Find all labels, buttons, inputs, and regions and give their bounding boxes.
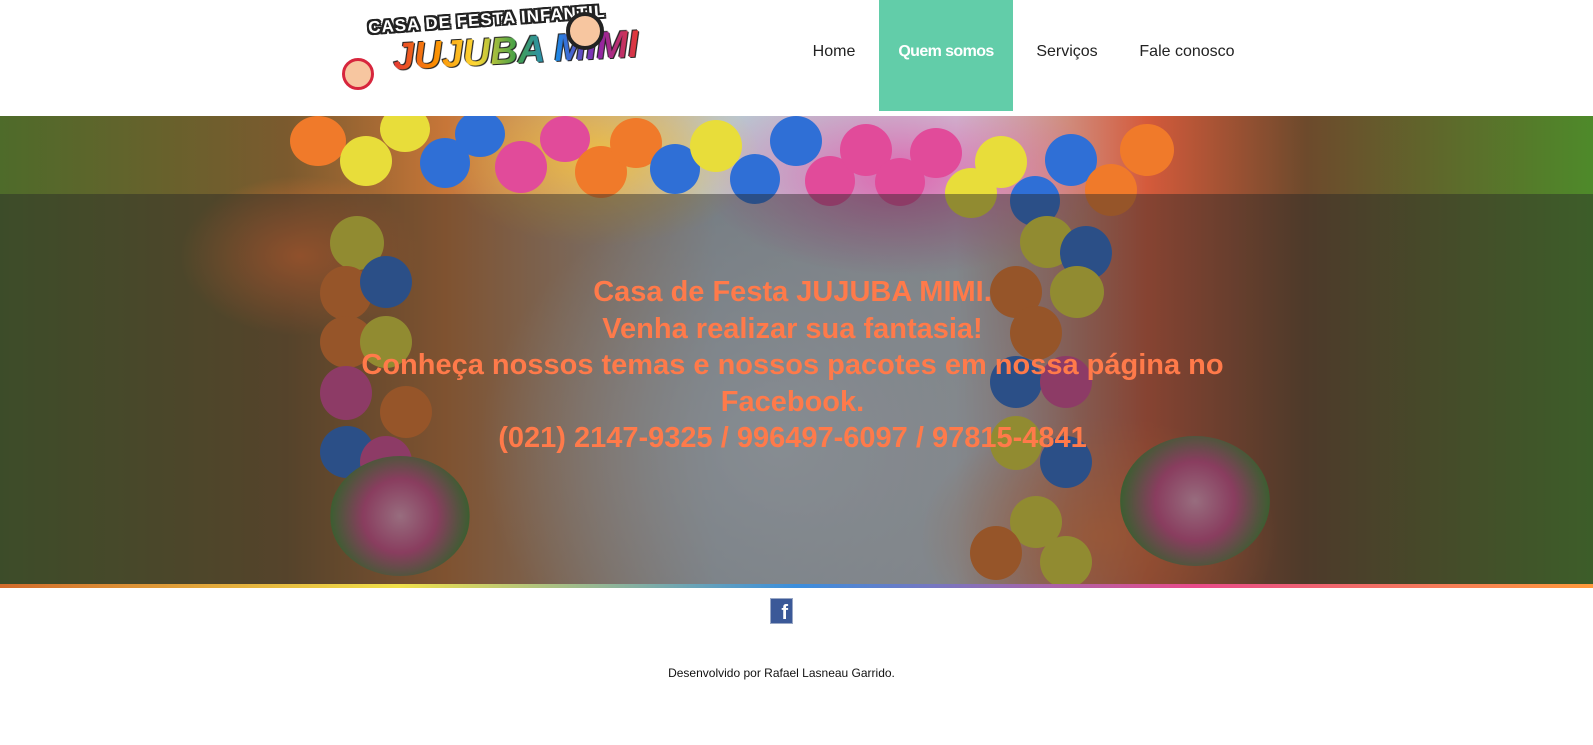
facebook-icon[interactable]: f <box>770 598 793 624</box>
footer-credit: Desenvolvido por Rafael Lasneau Garrido. <box>668 666 895 680</box>
hero-line-title: Casa de Festa JUJUBA MIMI. <box>593 276 992 308</box>
site-logo[interactable]: CASA DE FESTA INFANTIL JUJUBA MIMI <box>308 2 640 112</box>
logo-character-left <box>342 58 374 90</box>
hero-banner: Casa de Festa JUJUBA MIMI. Venha realiza… <box>0 116 1593 588</box>
nav-item-quem-somos[interactable]: Quem somos <box>879 0 1013 111</box>
nav-item-servicos[interactable]: Serviços <box>1021 0 1113 111</box>
hero-line-phones: (021) 2147-9325 / 996497-6097 / 97815-48… <box>498 422 1087 454</box>
hero-message: Casa de Festa JUJUBA MIMI. Venha realiza… <box>300 274 1285 457</box>
nav-item-home[interactable]: Home <box>797 0 871 111</box>
hero-bottom-strip <box>0 584 1593 588</box>
hero-line-facebook: Conheça nossos temas e nossos pacotes em… <box>361 349 1224 418</box>
hero-line-slogan: Venha realizar sua fantasia! <box>602 312 983 345</box>
nav-item-fale-conosco[interactable]: Fale conosco <box>1125 0 1249 111</box>
logo-character-right <box>566 12 604 50</box>
site-header: CASA DE FESTA INFANTIL JUJUBA MIMI Home … <box>0 0 1593 116</box>
